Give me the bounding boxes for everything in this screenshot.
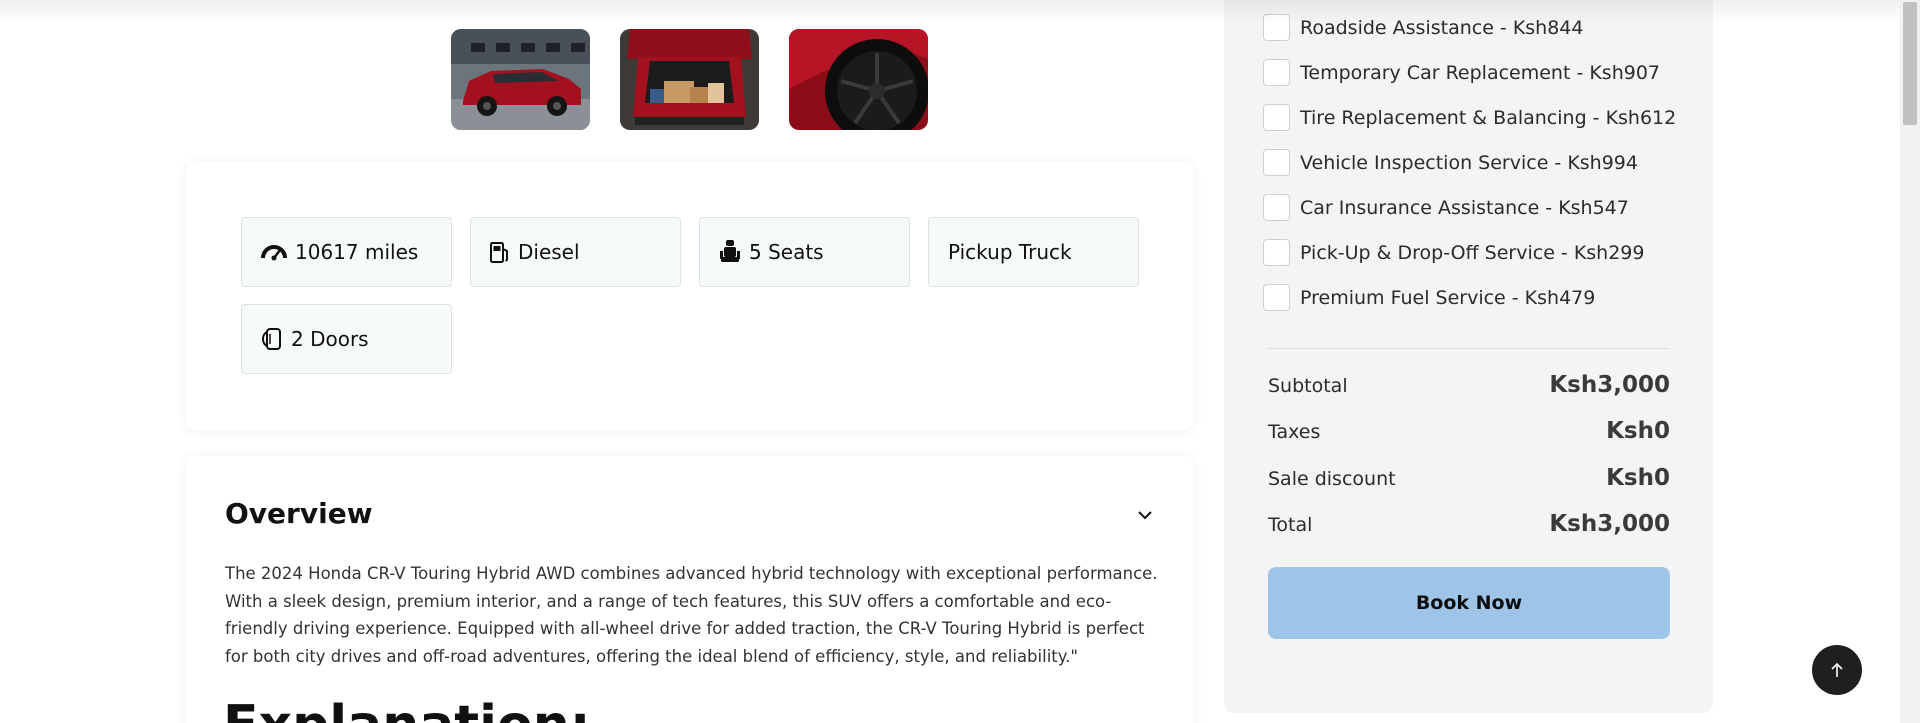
service-checkbox[interactable] bbox=[1263, 14, 1290, 41]
car-seat-icon bbox=[720, 240, 740, 262]
car-door-icon bbox=[261, 328, 281, 350]
back-to-top-button[interactable] bbox=[1812, 645, 1862, 695]
booking-sidebar: Roadside Assistance - Ksh844 Temporary C… bbox=[1224, 0, 1713, 713]
subtotal-row: Subtotal Ksh3,000 bbox=[1268, 372, 1670, 398]
service-checkbox[interactable] bbox=[1263, 194, 1290, 221]
total-row: Total Ksh3,000 bbox=[1268, 511, 1670, 537]
service-option-inspection[interactable]: Vehicle Inspection Service - Ksh994 bbox=[1263, 149, 1638, 176]
thumbnail-wheel[interactable] bbox=[789, 29, 928, 130]
service-option-roadside[interactable]: Roadside Assistance - Ksh844 bbox=[1263, 14, 1584, 41]
vehicle-features-card: 10617 miles Diesel 5 Seats Pickup Truck … bbox=[185, 161, 1194, 430]
service-label: Vehicle Inspection Service - Ksh994 bbox=[1300, 151, 1638, 174]
service-label: Tire Replacement & Balancing - Ksh612 bbox=[1300, 106, 1677, 129]
wheel-image bbox=[789, 29, 928, 130]
feature-mileage: 10617 miles bbox=[241, 217, 452, 287]
service-option-temporary-car[interactable]: Temporary Car Replacement - Ksh907 bbox=[1263, 59, 1660, 86]
overview-card: Overview The 2024 Honda CR-V Touring Hyb… bbox=[185, 455, 1194, 723]
thumbnail-suv-front[interactable] bbox=[451, 29, 590, 130]
service-checkbox[interactable] bbox=[1263, 59, 1290, 86]
discount-label: Sale discount bbox=[1268, 468, 1396, 490]
service-label: Temporary Car Replacement - Ksh907 bbox=[1300, 61, 1661, 84]
arrow-up-icon bbox=[1831, 662, 1843, 677]
feature-doors: 2 Doors bbox=[241, 304, 452, 374]
service-option-premium-fuel[interactable]: Premium Fuel Service - Ksh479 bbox=[1263, 284, 1595, 311]
service-checkbox[interactable] bbox=[1263, 104, 1290, 131]
thumbnail-suv-trunk[interactable] bbox=[620, 29, 759, 130]
feature-fuel-label: Diesel bbox=[518, 240, 580, 264]
explanation-heading: Explanation: bbox=[223, 695, 591, 723]
taxes-row: Taxes Ksh0 bbox=[1268, 418, 1670, 444]
subtotal-value: Ksh3,000 bbox=[1549, 372, 1670, 398]
total-label: Total bbox=[1268, 514, 1313, 536]
service-checkbox[interactable] bbox=[1263, 149, 1290, 176]
discount-value: Ksh0 bbox=[1606, 465, 1670, 491]
service-checkbox[interactable] bbox=[1263, 284, 1290, 311]
subtotal-label: Subtotal bbox=[1268, 375, 1348, 397]
service-label: Premium Fuel Service - Ksh479 bbox=[1300, 286, 1596, 309]
feature-doors-label: 2 Doors bbox=[291, 327, 369, 351]
service-option-pickup-dropoff[interactable]: Pick-Up & Drop-Off Service - Ksh299 bbox=[1263, 239, 1645, 266]
chevron-down-icon[interactable] bbox=[1135, 505, 1155, 525]
speedometer-icon bbox=[261, 245, 287, 261]
feature-seats-label: 5 Seats bbox=[749, 240, 824, 264]
fuel-pump-icon bbox=[490, 242, 508, 263]
feature-body-type: Pickup Truck bbox=[928, 217, 1139, 287]
service-option-insurance[interactable]: Car Insurance Assistance - Ksh547 bbox=[1263, 194, 1629, 221]
image-gallery bbox=[451, 29, 928, 130]
service-checkbox[interactable] bbox=[1263, 239, 1290, 266]
feature-body-label: Pickup Truck bbox=[948, 240, 1072, 264]
overview-title: Overview bbox=[225, 497, 373, 530]
feature-seats: 5 Seats bbox=[699, 217, 910, 287]
suv-front-image bbox=[451, 29, 590, 130]
service-label: Roadside Assistance - Ksh844 bbox=[1300, 16, 1584, 39]
discount-row: Sale discount Ksh0 bbox=[1268, 465, 1670, 491]
service-option-tire[interactable]: Tire Replacement & Balancing - Ksh612 bbox=[1263, 104, 1676, 131]
summary-divider bbox=[1268, 348, 1670, 349]
total-value: Ksh3,000 bbox=[1549, 511, 1670, 537]
taxes-value: Ksh0 bbox=[1606, 418, 1670, 444]
suv-trunk-image bbox=[620, 29, 759, 130]
overview-text: The 2024 Honda CR-V Touring Hybrid AWD c… bbox=[225, 564, 1158, 667]
scrollbar-thumb[interactable] bbox=[1903, 2, 1917, 125]
book-now-button[interactable]: Book Now bbox=[1268, 567, 1670, 639]
taxes-label: Taxes bbox=[1268, 421, 1321, 443]
service-label: Pick-Up & Drop-Off Service - Ksh299 bbox=[1300, 241, 1645, 264]
service-label: Car Insurance Assistance - Ksh547 bbox=[1300, 196, 1629, 219]
feature-mileage-label: 10617 miles bbox=[295, 240, 419, 264]
feature-fuel: Diesel bbox=[470, 217, 681, 287]
